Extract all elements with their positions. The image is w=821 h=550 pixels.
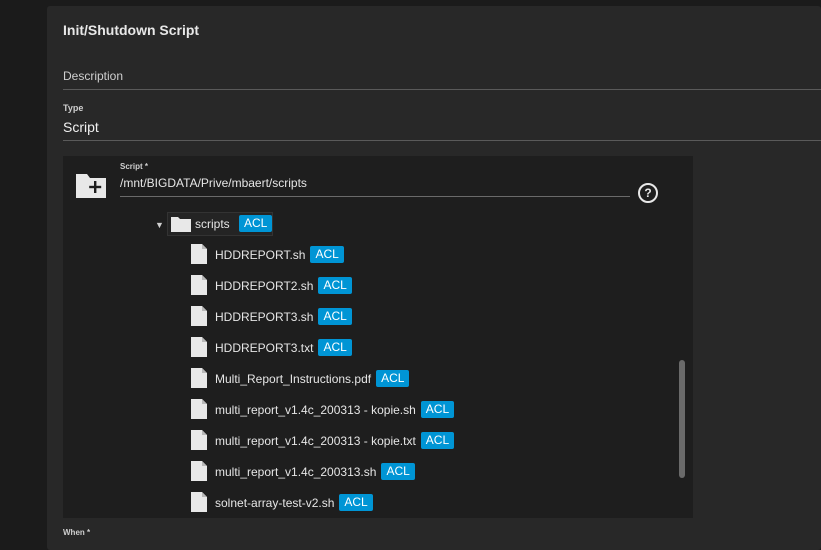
file-name: HDDREPORT2.sh (215, 278, 314, 293)
file-name: multi_report_v1.4c_200313 - kopie.sh (215, 402, 416, 417)
file-icon (191, 492, 207, 512)
init-shutdown-script-card: Init/Shutdown Script Description Type Sc… (47, 6, 821, 550)
acl-badge: ACL (420, 401, 455, 419)
card-title: Init/Shutdown Script (63, 22, 200, 38)
acl-badge: ACL (318, 277, 352, 295)
file-icon (191, 306, 207, 326)
file-tree: ▼ scripts ACL HDDREPORT.sh ACL HDDREPORT2… (63, 208, 683, 518)
file-name: multi_report_v1.4c_200313 - kopie.txt (215, 433, 416, 448)
script-path-input[interactable]: Script * /mnt/BIGDATA/Prive/mbaert/scrip… (120, 162, 630, 197)
expand-toggle-icon[interactable]: ▼ (155, 220, 164, 230)
acl-badge: ACL (318, 308, 352, 326)
folder-add-icon[interactable] (74, 170, 108, 200)
description-field[interactable]: Description (63, 54, 821, 90)
acl-badge: ACL (420, 432, 455, 450)
when-label: When * (63, 528, 91, 537)
file-icon (191, 337, 207, 357)
acl-badge: ACL (239, 215, 273, 232)
file-icon (191, 399, 207, 419)
tree-node-name: scripts (195, 217, 230, 231)
type-select[interactable]: Type Script (63, 100, 821, 141)
acl-badge: ACL (381, 463, 415, 481)
type-label: Type (63, 103, 84, 113)
file-name: HDDREPORT3.txt (215, 340, 314, 355)
file-icon (191, 461, 207, 481)
acl-badge: ACL (339, 494, 373, 512)
file-icon (191, 275, 207, 295)
acl-badge: ACL (318, 339, 352, 357)
file-icon (191, 244, 207, 264)
file-name: solnet-array-test-v2.sh (215, 495, 335, 510)
file-name: multi_report_v1.4c_200313.sh (215, 464, 377, 479)
acl-badge: ACL (310, 246, 344, 264)
file-icon (191, 368, 207, 388)
folder-icon (171, 217, 191, 232)
acl-badge: ACL (376, 370, 410, 388)
description-label: Description (63, 69, 124, 83)
help-icon[interactable]: ? (638, 183, 658, 203)
script-file-explorer: Script * /mnt/BIGDATA/Prive/mbaert/scrip… (63, 156, 693, 518)
file-name: HDDREPORT.sh (215, 247, 306, 262)
file-name: Multi_Report_Instructions.pdf (215, 371, 372, 386)
type-value: Script (63, 119, 99, 135)
script-path-value: /mnt/BIGDATA/Prive/mbaert/scripts (120, 176, 307, 190)
file-icon (191, 430, 207, 450)
file-name: HDDREPORT3.sh (215, 309, 314, 324)
scrollbar-thumb[interactable] (679, 360, 685, 478)
script-label: Script * (120, 162, 149, 171)
